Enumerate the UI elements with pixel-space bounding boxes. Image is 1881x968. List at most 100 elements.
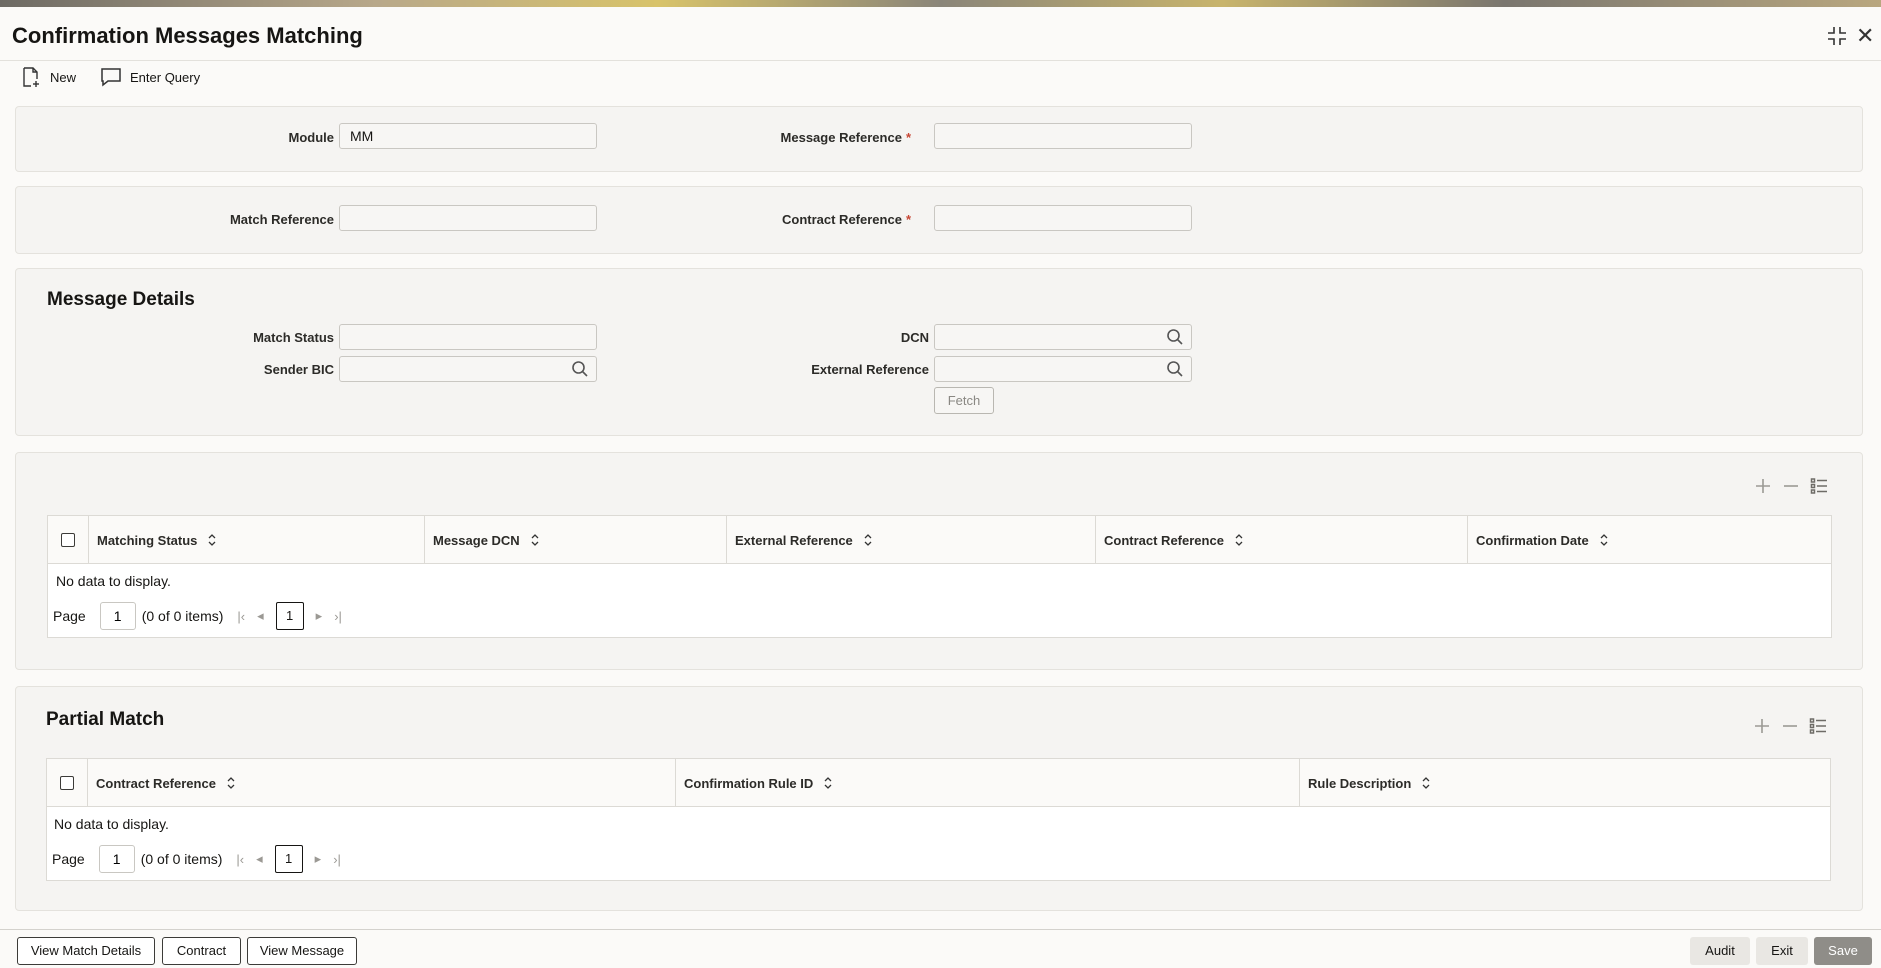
module-label: Module: [288, 130, 335, 145]
contract-reference-label: Contract Reference *: [651, 212, 911, 227]
view-message-button[interactable]: View Message: [247, 937, 357, 965]
partial-grid-tools: [1753, 717, 1827, 735]
sort-icon[interactable]: [823, 776, 833, 790]
enter-query-button[interactable]: Enter Query: [100, 66, 200, 88]
contract-reference-label-text: Contract Reference: [782, 212, 902, 227]
col-contract-reference[interactable]: Contract Reference: [1095, 516, 1467, 564]
col-label: Rule Description: [1308, 775, 1412, 791]
next-page-icon[interactable]: ▸: [316, 608, 323, 624]
select-all-checkbox[interactable]: [60, 776, 74, 790]
sort-icon[interactable]: [863, 533, 873, 547]
page-input[interactable]: [98, 845, 135, 873]
add-row-icon[interactable]: [1753, 717, 1771, 735]
col-confirmation-rule-id[interactable]: Confirmation Rule ID: [675, 759, 1299, 807]
items-count: (0 of 0 items): [141, 608, 224, 624]
remove-row-icon[interactable]: [1782, 477, 1800, 495]
message-details-panel: Message Details Match Status Sender BIC …: [15, 268, 1863, 436]
new-button[interactable]: New: [20, 66, 76, 88]
partial-pager: Page (0 of 0 items) |‹ ◂ 1 ▸ ›|: [52, 845, 341, 873]
messages-pager: Page (0 of 0 items) |‹ ◂ 1 ▸ ›|: [53, 602, 342, 630]
search-icon[interactable]: [1166, 328, 1184, 346]
page-label: Page: [53, 608, 86, 624]
title-divider: [0, 60, 1881, 61]
sort-icon[interactable]: [1234, 533, 1244, 547]
sort-icon[interactable]: [1421, 776, 1431, 790]
fetch-button[interactable]: Fetch: [934, 387, 994, 414]
partial-grid-header: Contract Reference Confirmation Rule ID …: [47, 759, 1830, 807]
match-status-field[interactable]: [339, 324, 597, 350]
search-icon[interactable]: [571, 360, 589, 378]
message-reference-field[interactable]: [934, 123, 1192, 149]
expand-icon[interactable]: [1826, 25, 1848, 53]
messages-grid-tools: [1754, 477, 1828, 495]
prev-page-icon[interactable]: ◂: [256, 851, 263, 867]
last-page-icon[interactable]: ›|: [334, 609, 342, 624]
header-panel-1: Module Message Reference*: [15, 106, 1863, 172]
partial-match-grid: Contract Reference Confirmation Rule ID …: [46, 758, 1831, 881]
list-options-icon[interactable]: [1810, 477, 1828, 495]
match-status-label: Match Status: [253, 330, 334, 345]
col-label: Matching Status: [97, 532, 198, 548]
messages-grid-panel: Matching Status Message DCN External Ref…: [15, 452, 1863, 670]
dcn-field[interactable]: [934, 324, 1192, 350]
search-icon[interactable]: [1166, 360, 1184, 378]
page-input[interactable]: [99, 602, 136, 630]
sort-icon[interactable]: [530, 533, 540, 547]
contract-button[interactable]: Contract: [162, 937, 241, 965]
external-reference-field[interactable]: [934, 356, 1192, 382]
audit-button[interactable]: Audit: [1690, 937, 1750, 965]
first-page-icon[interactable]: |‹: [237, 609, 245, 624]
messages-grid: Matching Status Message DCN External Ref…: [47, 515, 1832, 638]
col-label: Contract Reference: [1104, 532, 1224, 548]
save-button[interactable]: Save: [1814, 937, 1872, 965]
close-icon[interactable]: ✕: [1856, 23, 1874, 49]
list-options-icon[interactable]: [1809, 717, 1827, 735]
sender-bic-field[interactable]: [339, 356, 597, 382]
toolbar: New Enter Query: [20, 66, 200, 88]
page-nav: |‹ ◂ 1 ▸ ›|: [236, 845, 341, 873]
col-label: Contract Reference: [96, 775, 216, 791]
top-banner: [0, 0, 1881, 7]
sort-icon[interactable]: [207, 533, 217, 547]
current-page[interactable]: 1: [274, 845, 303, 873]
remove-row-icon[interactable]: [1781, 717, 1799, 735]
col-rule-description[interactable]: Rule Description: [1299, 759, 1831, 807]
contract-reference-field[interactable]: [934, 205, 1192, 231]
messages-empty-text: No data to display.: [56, 573, 171, 589]
col-label: Confirmation Date: [1476, 532, 1589, 548]
header-panel-2: Match Reference Contract Reference *: [15, 186, 1863, 254]
chat-bubble-icon: [101, 68, 121, 87]
message-details-title: Message Details: [47, 289, 195, 310]
partial-match-title: Partial Match: [46, 709, 165, 730]
dcn-wrap: [934, 324, 1192, 350]
next-page-icon[interactable]: ▸: [315, 851, 322, 867]
first-page-icon[interactable]: |‹: [236, 852, 244, 867]
col-contract-reference[interactable]: Contract Reference: [87, 759, 675, 807]
current-page[interactable]: 1: [275, 602, 304, 630]
items-count: (0 of 0 items): [140, 851, 223, 867]
prev-page-icon[interactable]: ◂: [257, 608, 264, 624]
last-page-icon[interactable]: ›|: [333, 852, 341, 867]
new-document-icon: [23, 67, 39, 87]
dcn-label: DCN: [900, 330, 929, 345]
col-label: External Reference: [735, 532, 853, 548]
col-message-dcn[interactable]: Message DCN: [424, 516, 726, 564]
page-title: Confirmation Messages Matching: [12, 23, 363, 48]
messages-grid-header: Matching Status Message DCN External Ref…: [48, 516, 1831, 564]
sender-bic-label: Sender BIC: [263, 362, 334, 377]
sort-icon[interactable]: [1599, 533, 1609, 547]
col-confirmation-date[interactable]: Confirmation Date: [1467, 516, 1832, 564]
col-matching-status[interactable]: Matching Status: [88, 516, 424, 564]
sort-icon[interactable]: [226, 776, 236, 790]
select-all-checkbox[interactable]: [61, 533, 75, 547]
partial-match-panel: Partial Match Contract Reference Confirm…: [15, 686, 1863, 911]
col-external-reference[interactable]: External Reference: [726, 516, 1095, 564]
partial-empty-text: No data to display.: [54, 816, 169, 832]
match-reference-field[interactable]: [339, 205, 597, 231]
external-reference-wrap: [934, 356, 1192, 382]
exit-button[interactable]: Exit: [1756, 937, 1808, 965]
new-label: New: [50, 69, 77, 85]
module-field[interactable]: [339, 123, 597, 149]
add-row-icon[interactable]: [1754, 477, 1772, 495]
view-match-details-button[interactable]: View Match Details: [17, 937, 155, 965]
